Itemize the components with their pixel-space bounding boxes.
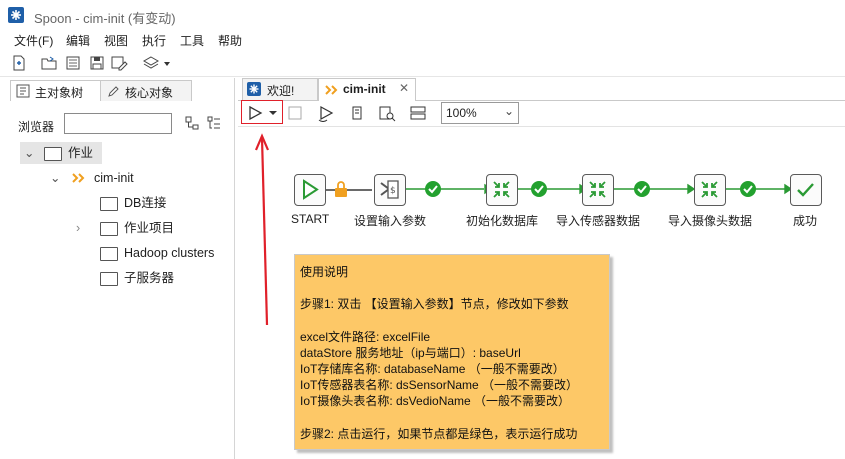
note-line: dataStore 服务地址（ip与端口）: baseUrl <box>300 346 521 360</box>
note-line: IoT存储库名称: databaseName （一般不需要改） <box>300 362 565 376</box>
start-play-icon <box>303 179 319 200</box>
job-node-set-variables[interactable]: $ <box>374 174 406 206</box>
job-node-label: 初始化数据库 <box>466 214 539 228</box>
job-node-start[interactable] <box>294 174 326 206</box>
job-node-import-camera-data[interactable] <box>694 174 726 206</box>
sub-transformation-icon <box>493 181 510 198</box>
job-node-label: 设置输入参数 <box>354 214 427 228</box>
hop-success-icon <box>634 181 650 197</box>
sub-transformation-icon <box>701 181 718 198</box>
job-node-success[interactable] <box>790 174 822 206</box>
note-line: 使用说明 <box>300 265 349 279</box>
sub-transformation-icon <box>589 181 606 198</box>
annotation-arrow <box>254 133 270 326</box>
hop-success-icon <box>740 181 756 197</box>
lock-icon <box>335 181 347 197</box>
job-node-label: 导入摄像头数据 <box>668 214 753 228</box>
job-node-label: 导入传感器数据 <box>556 214 641 228</box>
job-node-init-database[interactable] <box>486 174 518 206</box>
hop-success-icon <box>425 181 441 197</box>
usage-note[interactable]: 使用说明 步骤1: 双击 【设置输入参数】节点，修改如下参数 excel文件路径… <box>294 254 610 450</box>
hop-success-icon <box>531 181 547 197</box>
note-line: 步骤1: 双击 【设置输入参数】节点，修改如下参数 <box>300 297 569 311</box>
job-node-label: START <box>291 212 330 226</box>
job-node-label: 成功 <box>793 214 818 228</box>
note-line: IoT摄像头表名称: dsVedioName （一般不需要改） <box>300 394 571 408</box>
note-line: 步骤2: 点击运行，如果节点都是绿色，表示运行成功 <box>300 427 578 441</box>
note-line: excel文件路径: excelFile <box>300 330 431 344</box>
success-check-icon <box>797 183 814 197</box>
svg-text:$: $ <box>390 186 396 196</box>
note-line: IoT传感器表名称: dsSensorName （一般不需要改） <box>300 378 579 392</box>
set-variables-icon: $ <box>380 180 399 199</box>
job-node-import-sensor-data[interactable] <box>582 174 614 206</box>
